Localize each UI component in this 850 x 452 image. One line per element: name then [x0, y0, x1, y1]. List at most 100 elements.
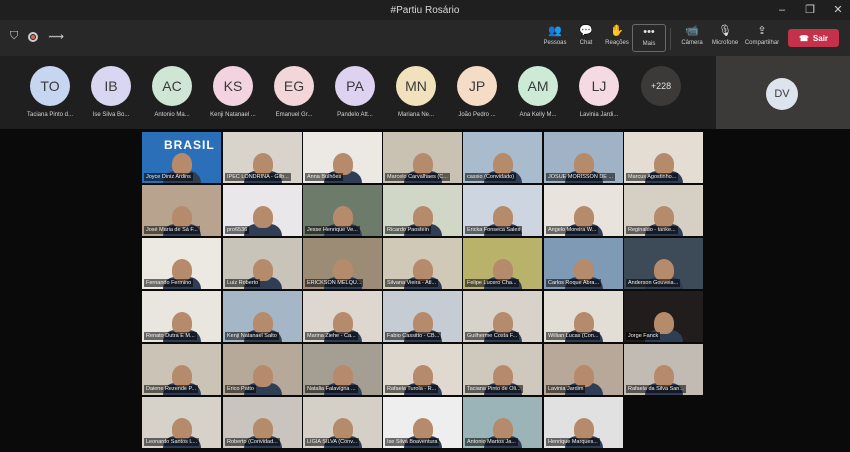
- avatar-initials: IB: [91, 66, 131, 106]
- video-tile[interactable]: Fabio Cassitto - CB...: [383, 291, 462, 342]
- video-tile[interactable]: cassio (Convidado): [463, 132, 542, 183]
- video-tile[interactable]: Antonio Martos Ja...: [463, 397, 542, 448]
- participant-face: [332, 206, 353, 228]
- video-tile[interactable]: Ise Silva Boaventura: [383, 397, 462, 448]
- video-tile[interactable]: Marina Ziehe - Ca...: [303, 291, 382, 342]
- video-tile[interactable]: Rafaela Turola - R...: [383, 344, 462, 395]
- participant-face: [332, 312, 353, 334]
- avatar-name: João Pedro ...: [458, 112, 496, 118]
- video-tile[interactable]: Anna Bulhões: [303, 132, 382, 183]
- avatar-name: Ana Kelly M...: [519, 112, 557, 118]
- people-button[interactable]: 👥 Pessoas: [538, 24, 572, 52]
- more-participants-button[interactable]: +228: [641, 66, 681, 106]
- video-tile[interactable]: Reginaldo - tanke...: [624, 185, 703, 236]
- reactions-button[interactable]: ✋ Reações: [600, 24, 634, 52]
- avatar-name: Antonio Ma...: [154, 112, 190, 118]
- participant-avatar[interactable]: PA Pandelo Att...: [325, 66, 385, 118]
- video-tile[interactable]: Jesse Henrique Ve...: [303, 185, 382, 236]
- camera-button[interactable]: 📹 Câmera: [675, 24, 709, 52]
- video-tile[interactable]: Anderson Gouveia...: [624, 238, 703, 289]
- participant-avatar[interactable]: TO Taciana Pinto d...: [20, 66, 80, 118]
- video-tile-name: Fabio Cassitto - CB...: [385, 332, 442, 340]
- participant-face: [492, 418, 513, 440]
- video-tile[interactable]: Willian Lucas (Con...: [544, 291, 623, 342]
- avatar-name: Lavinia Jardi...: [579, 112, 619, 118]
- camera-icon: 📹: [685, 25, 699, 37]
- video-tile[interactable]: Jorge Fanck: [624, 291, 703, 342]
- participant-avatar[interactable]: LJ Lavinia Jardi...: [569, 66, 629, 118]
- video-tile[interactable]: Felipe Lucero Cha...: [463, 238, 542, 289]
- participant-avatar[interactable]: IB Ise Silva Bo...: [81, 66, 141, 118]
- video-tile[interactable]: Marcus Agostinho...: [624, 132, 703, 183]
- close-icon[interactable]: ✕: [832, 2, 844, 18]
- video-tile[interactable]: Luiz Roberto: [223, 238, 302, 289]
- video-tile-name: Rafaela Turola - R...: [385, 385, 439, 393]
- participant-avatar[interactable]: KS Kenji Natanael ...: [203, 66, 263, 118]
- video-tile[interactable]: Henrique Marques...: [544, 397, 623, 448]
- participant-avatar[interactable]: AM Ana Kelly M...: [508, 66, 568, 118]
- share-icon: ⇪: [757, 25, 767, 37]
- minimize-icon[interactable]: –: [776, 2, 788, 18]
- video-tile[interactable]: Fernando Fermino: [142, 238, 221, 289]
- video-tile[interactable]: Taciana Pinto de Oli...: [463, 344, 542, 395]
- participant-face: [332, 259, 353, 281]
- chat-button[interactable]: 💬 Chat: [569, 24, 603, 52]
- window-title: #Partiu Rosário: [390, 4, 460, 16]
- video-tile-name: pro6536: [225, 226, 250, 234]
- video-tile-name: Roberto (Convidad...: [225, 438, 280, 446]
- reactions-icon: ✋: [610, 25, 624, 37]
- video-tile[interactable]: Renato Dutra E M...: [142, 291, 221, 342]
- video-tile-name: José Maria de Sá F...: [144, 226, 200, 234]
- video-tile[interactable]: José Maria de Sá F...: [142, 185, 221, 236]
- microphone-button[interactable]: 🎙 Microfone: [708, 24, 742, 52]
- video-tile[interactable]: LIGIA SILVA (Conv...: [303, 397, 382, 448]
- participant-face: [252, 418, 273, 440]
- video-tile[interactable]: Leonardo Santos L...: [142, 397, 221, 448]
- video-tile[interactable]: JOSUE MORISSON DE ...: [544, 132, 623, 183]
- video-tile[interactable]: Angelo Moreira W...: [544, 185, 623, 236]
- participant-avatar[interactable]: MN Mariana Ne...: [386, 66, 446, 118]
- avatar-name: Taciana Pinto d...: [26, 112, 74, 118]
- participant-avatar[interactable]: EG Emanuel Gr...: [264, 66, 324, 118]
- video-tile[interactable]: Carlos Roque Abra...: [544, 238, 623, 289]
- participant-avatar[interactable]: JP João Pedro ...: [447, 66, 507, 118]
- avatar-initials: EG: [274, 66, 314, 106]
- video-tile-name: Fernando Fermino: [144, 279, 194, 287]
- title-bar: #Partiu Rosário – ❐ ✕: [0, 0, 850, 20]
- more-label: Mais: [642, 41, 656, 47]
- leave-button[interactable]: ☎ Sair: [788, 29, 839, 47]
- video-tile[interactable]: Natalia Falavigna ...: [303, 344, 382, 395]
- video-tile[interactable]: Marcelo Carvalhaes (C...: [383, 132, 462, 183]
- meeting-status: ⛉ ⟿: [10, 30, 64, 43]
- meeting-toolbar: ⛉ ⟿ 👥 Pessoas 💬 Chat ✋ Reações ••• Mais …: [0, 20, 850, 56]
- participant-face: [252, 153, 273, 175]
- video-tile-name: cassio (Convidado): [465, 173, 517, 181]
- video-tile[interactable]: Rafaela da Silva San...: [624, 344, 703, 395]
- participant-face: [653, 365, 674, 387]
- avatar-initials: TO: [30, 66, 70, 106]
- self-view-tile[interactable]: DV: [716, 56, 850, 129]
- video-tile[interactable]: Ricardo Paostein: [383, 185, 462, 236]
- video-tile[interactable]: IPEC LONDRINA - Gilb...: [223, 132, 302, 183]
- maximize-icon[interactable]: ❐: [804, 2, 816, 18]
- share-button[interactable]: ⇪ Compartilhar: [745, 24, 779, 52]
- video-tile[interactable]: BRASIL Joyce Diniz Ardins: [142, 132, 221, 183]
- video-tile-name: Willian Lucas (Con...: [546, 332, 601, 340]
- mic-off-icon: 🎙: [718, 25, 732, 37]
- video-tile[interactable]: Guilherme Costa F...: [463, 291, 542, 342]
- participant-face: [332, 153, 353, 175]
- participant-face: [573, 206, 594, 228]
- video-tile[interactable]: pro6536: [223, 185, 302, 236]
- video-tile[interactable]: Kenji Natanael Salto: [223, 291, 302, 342]
- video-tile[interactable]: Ericka Fonseca Sales: [463, 185, 542, 236]
- video-tile[interactable]: Erico Patto: [223, 344, 302, 395]
- more-button[interactable]: ••• Mais: [632, 24, 666, 52]
- participant-avatar[interactable]: AC Antonio Ma...: [142, 66, 202, 118]
- video-tile[interactable]: Roberto (Convidad...: [223, 397, 302, 448]
- participant-face: [252, 365, 273, 387]
- video-tile[interactable]: Lavinia Jardim: [544, 344, 623, 395]
- video-tile[interactable]: ERICKSON MELQU...: [303, 238, 382, 289]
- video-tile[interactable]: Silvana Vieira - Atl...: [383, 238, 462, 289]
- participant-face: [171, 312, 192, 334]
- video-tile[interactable]: Daiene Rezende P...: [142, 344, 221, 395]
